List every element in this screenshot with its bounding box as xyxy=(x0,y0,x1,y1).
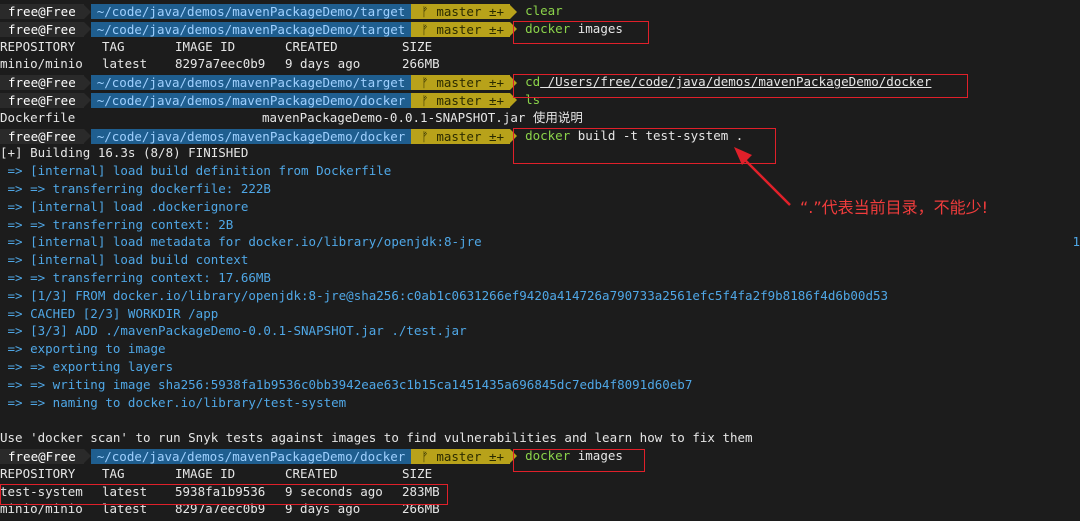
annotation-text: “.”代表当前目录，不能少! xyxy=(800,198,989,217)
annotation-arrow-icon xyxy=(734,147,791,206)
